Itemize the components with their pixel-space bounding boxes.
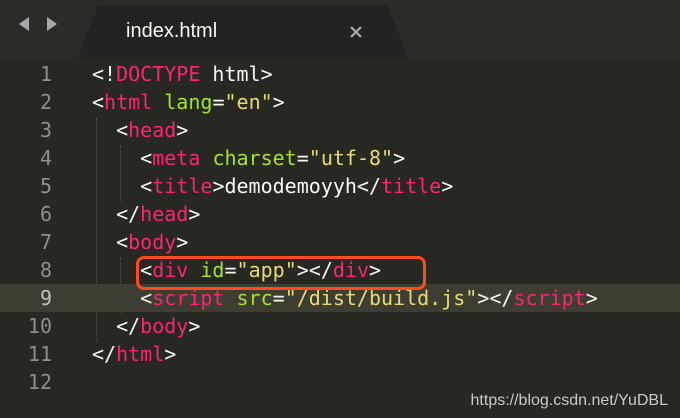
code-text: <body> [92, 228, 188, 256]
line-number: 2 [39, 90, 52, 114]
code-line[interactable]: 6 </head> [0, 200, 680, 228]
code-editor[interactable]: 1 <!DOCTYPE html> 2 <html lang="en"> 3 <head… [0, 58, 680, 418]
watermark: https://blog.csdn.net/YuDBL [470, 392, 668, 409]
code-line[interactable]: 3 <head> [0, 116, 680, 144]
code-text: </html> [92, 340, 176, 368]
code-line[interactable]: 2 <html lang="en"> [0, 88, 680, 116]
code-line[interactable]: 5 <title>demodemoyyh</title> [0, 172, 680, 200]
code-token: "utf-8" [308, 146, 394, 170]
code-token: < [92, 90, 105, 114]
code-token: > [176, 118, 189, 142]
code-token: </ [92, 202, 141, 226]
code-token: > [164, 342, 177, 366]
code-token: lang [164, 90, 213, 114]
code-text: <html lang="en"> [92, 88, 285, 116]
code-line[interactable]: 11 </html> [0, 340, 680, 368]
code-token: html> [200, 62, 273, 86]
line-number: 1 [39, 62, 52, 86]
code-token: >demodemoyyh</ [212, 174, 382, 198]
code-text: <head> [92, 116, 188, 144]
code-line[interactable]: 1 <!DOCTYPE html> [0, 60, 680, 88]
code-token: > [176, 230, 189, 254]
code-token: < [92, 146, 153, 170]
line-number: 7 [39, 230, 52, 254]
line-number: 10 [27, 314, 52, 338]
code-token: > [393, 146, 406, 170]
code-token: < [92, 174, 153, 198]
code-text: <!DOCTYPE html> [92, 60, 273, 88]
code-token: > [441, 174, 454, 198]
code-text: </head> [92, 200, 200, 228]
tab-index-html[interactable]: index.html [78, 6, 408, 58]
code-token: "en" [224, 90, 273, 114]
tab-title: index.html [126, 20, 218, 42]
code-text: <title>demodemoyyh</title> [92, 172, 453, 200]
code-token: body [140, 314, 189, 338]
code-token: = [296, 146, 309, 170]
code-token: DOCTYPE [116, 62, 201, 86]
close-icon[interactable] [346, 22, 366, 42]
code-token: > [188, 314, 201, 338]
tab-navigation [14, 14, 62, 34]
line-number: 6 [39, 202, 52, 226]
code-token: < [92, 118, 129, 142]
highlight-annotation [136, 256, 426, 290]
code-token: meta [152, 146, 201, 170]
code-line[interactable]: 7 <body> [0, 228, 680, 256]
editor-window: index.html 1 <!DOCTYPE html> 2 <html lang="… [0, 0, 680, 418]
code-text: <meta charset="utf-8"> [92, 144, 405, 172]
code-token: = [212, 90, 225, 114]
code-token: script [513, 286, 586, 310]
code-token: ></ [477, 286, 514, 310]
code-token: html [116, 342, 165, 366]
code-token: < [92, 230, 129, 254]
line-number: 5 [39, 174, 52, 198]
line-number: 12 [27, 370, 52, 394]
chevron-right-icon[interactable] [42, 14, 62, 34]
code-token: > [188, 202, 201, 226]
code-token: body [128, 230, 177, 254]
code-line[interactable]: 4 <meta charset="utf-8"> [0, 144, 680, 172]
code-token: title [152, 174, 213, 198]
line-number: 9 [39, 286, 52, 310]
code-token: > [272, 90, 285, 114]
line-number: 8 [39, 258, 52, 282]
code-token: <! [92, 62, 117, 86]
line-number: 3 [39, 118, 52, 142]
code-token: head [140, 202, 189, 226]
code-token: title [381, 174, 442, 198]
line-number: 4 [39, 146, 52, 170]
code-token: html [104, 90, 153, 114]
code-line[interactable]: 10 </body> [0, 312, 680, 340]
code-token: charset [212, 146, 297, 170]
code-token: </ [92, 314, 141, 338]
code-text: </body> [92, 312, 200, 340]
chevron-left-icon[interactable] [14, 14, 34, 34]
line-number: 11 [27, 342, 52, 366]
code-token: > [585, 286, 598, 310]
tab-bar: index.html [0, 0, 680, 58]
code-token: </ [92, 342, 117, 366]
code-token: head [128, 118, 177, 142]
